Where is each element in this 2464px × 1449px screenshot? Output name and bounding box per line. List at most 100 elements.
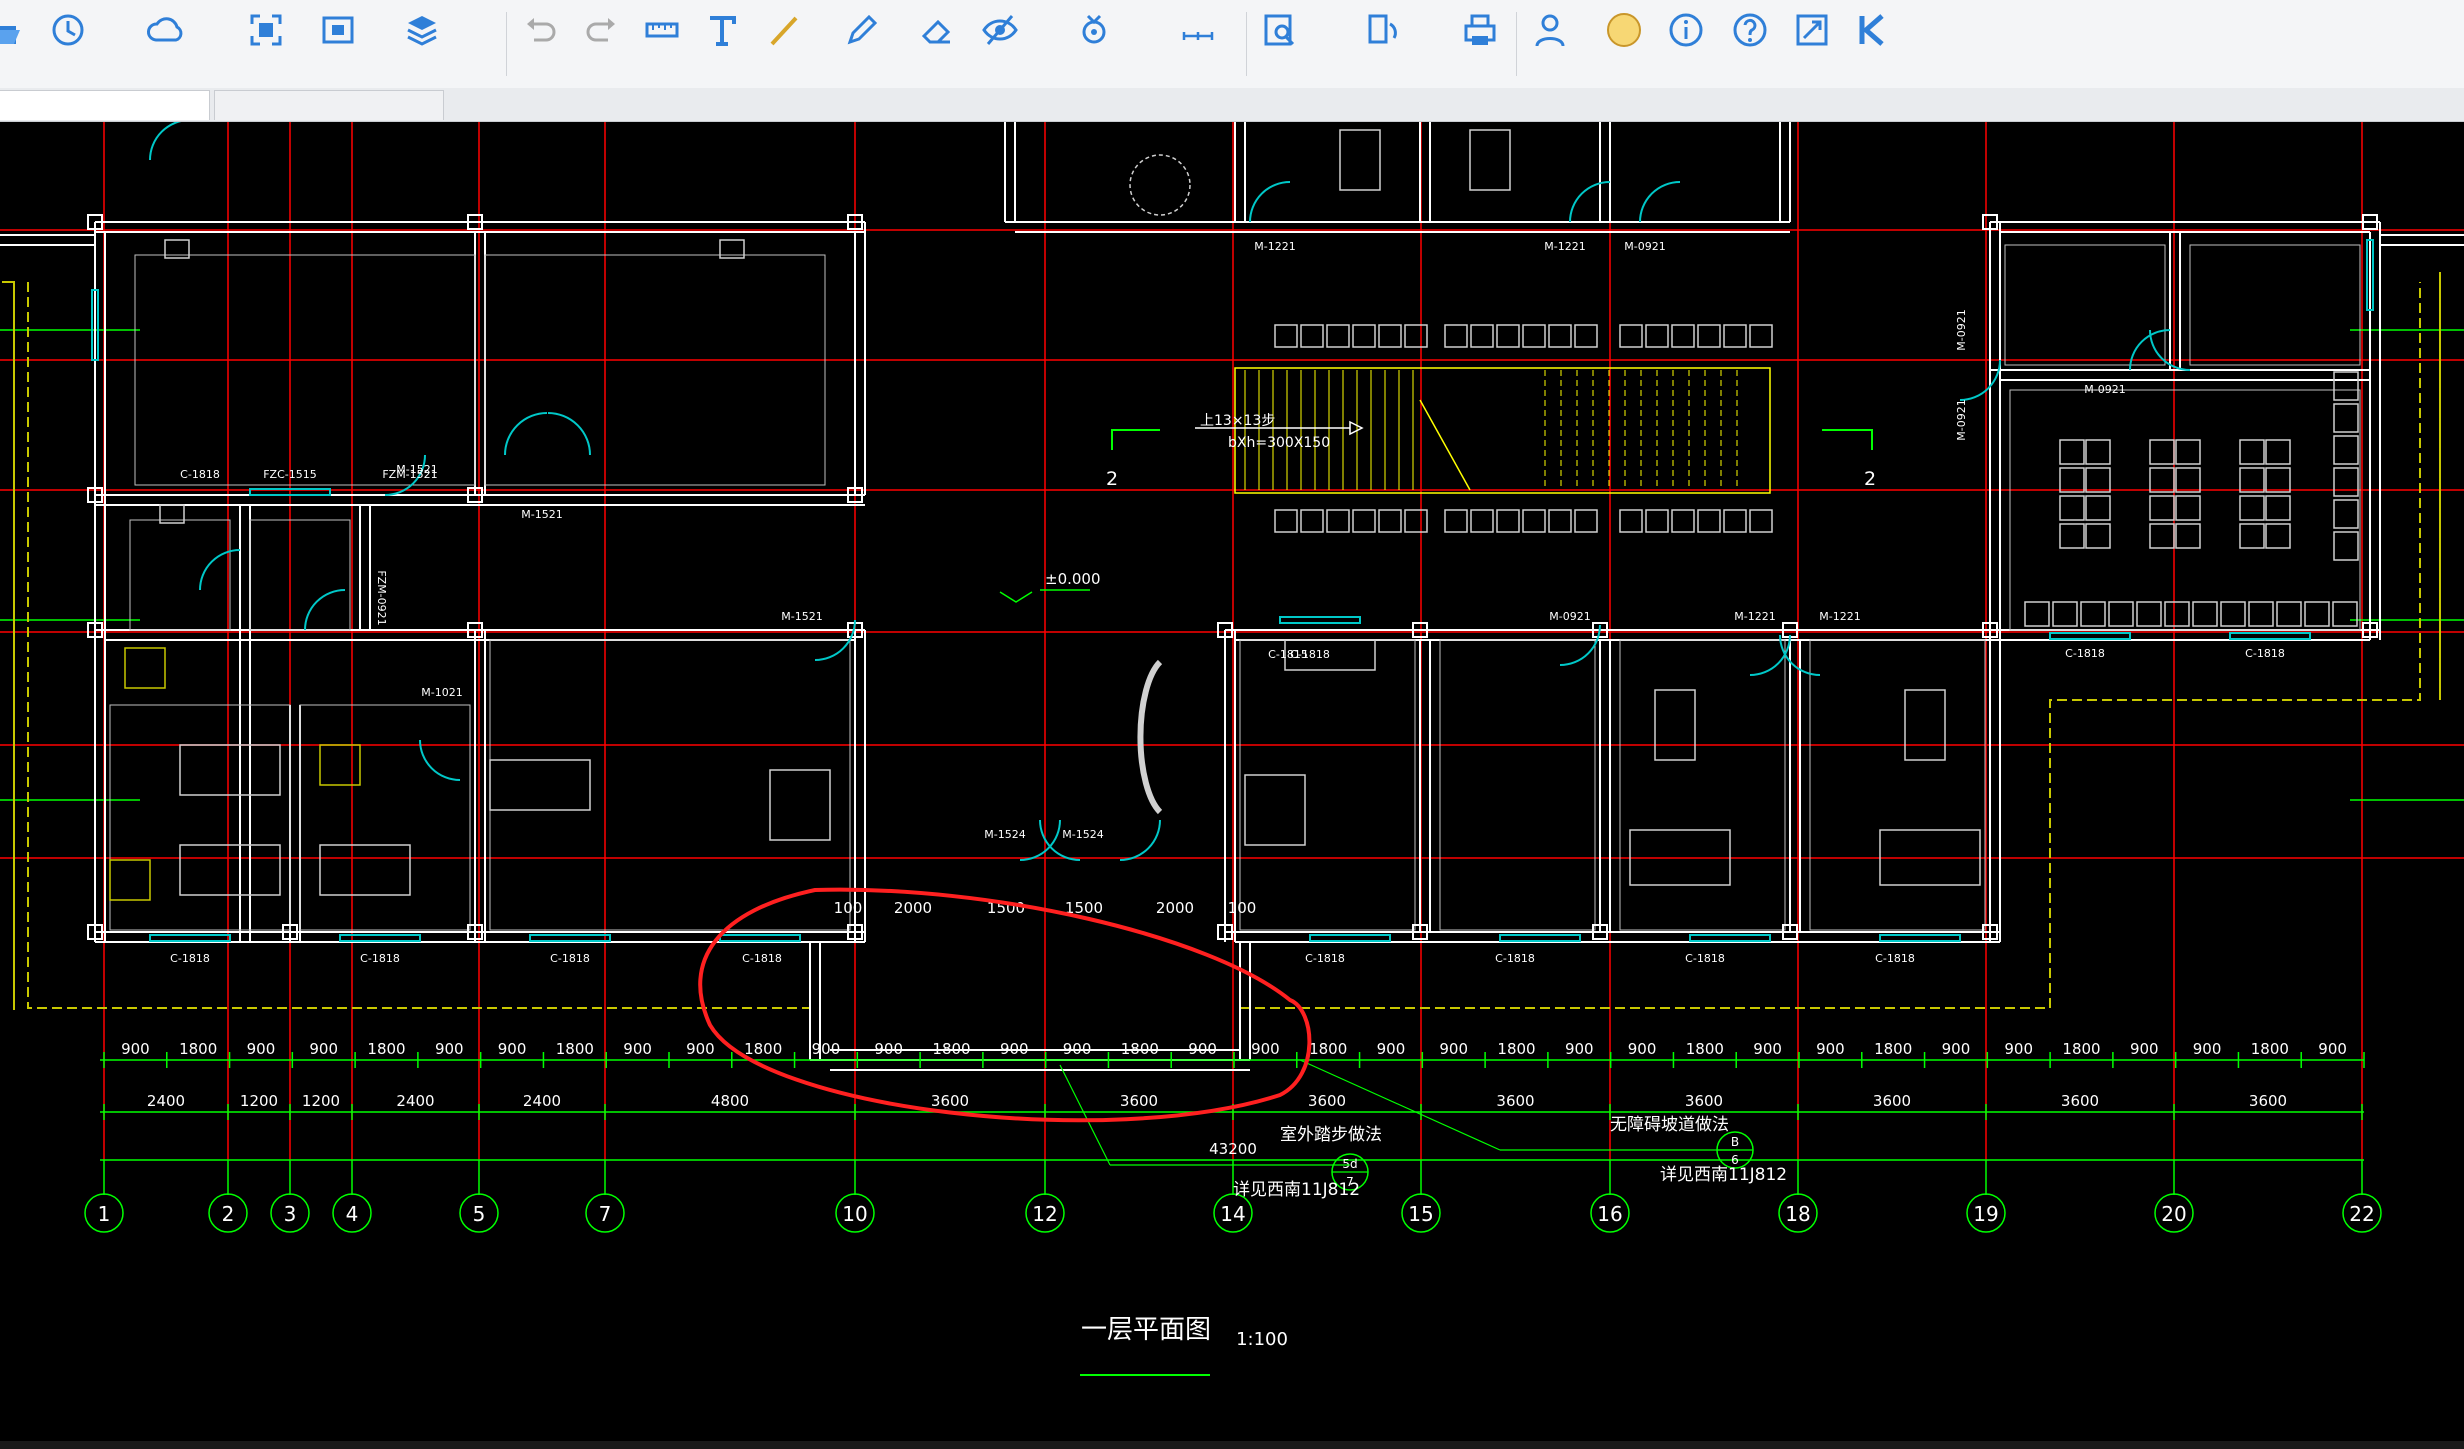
toolbar-button-annotation-settings[interactable]: [1074, 2, 1114, 86]
dimension-text: 3600: [1873, 1092, 1911, 1110]
toolbar-button-printer[interactable]: [1460, 2, 1500, 86]
toolbar-button-folder-open[interactable]: [0, 2, 20, 86]
dimension-text: 900: [1565, 1040, 1594, 1058]
window-label: C-1818: [180, 468, 220, 481]
note-text: 无障碍坡道做法: [1610, 1115, 1729, 1135]
dimension-text: 1200: [240, 1092, 278, 1110]
toolbar-button-style[interactable]: [1792, 2, 1832, 86]
dimension-text: 900: [1000, 1040, 1029, 1058]
axis-label: 4: [346, 1202, 359, 1226]
toolbar-button-eye-hide[interactable]: [980, 2, 1020, 86]
dimension-text: 900: [874, 1040, 903, 1058]
text-search-icon: [1264, 14, 1295, 46]
axis-label: 20: [2161, 1202, 2186, 1226]
dimension-text: 3600: [1685, 1092, 1723, 1110]
toolbar-button-text[interactable]: [702, 2, 742, 86]
window-label: C-1818: [742, 952, 782, 965]
dimension-text: 2400: [396, 1092, 434, 1110]
dimension-text: 1800: [932, 1040, 970, 1058]
toolbar-button-redo[interactable]: [582, 2, 622, 86]
dimension-text: 900: [1816, 1040, 1845, 1058]
dimension-text: 1800: [744, 1040, 782, 1058]
history-icon: [52, 14, 84, 46]
toolbar-button-text-search[interactable]: [1260, 2, 1300, 86]
fire-door-label: FZM-1521: [382, 468, 437, 481]
dimension-text: 1800: [1874, 1040, 1912, 1058]
dimension-text: 1800: [2062, 1040, 2100, 1058]
toolbar-button-line[interactable]: [764, 2, 804, 86]
dimension-text: 1800: [1497, 1040, 1535, 1058]
dimension-text: 900: [1628, 1040, 1657, 1058]
toolbar-button-info[interactable]: [1666, 2, 1706, 86]
dimension-text: 3600: [1120, 1092, 1158, 1110]
toolbar-button-eraser[interactable]: [916, 2, 956, 86]
door-label: M-0921: [2084, 383, 2125, 396]
cloud-icon: [147, 17, 183, 42]
toolbar-button-scale[interactable]: [1178, 2, 1218, 86]
axis-label: 19: [1973, 1202, 1998, 1226]
eraser-icon: [921, 19, 951, 44]
toolbar-button-layers[interactable]: [402, 2, 442, 86]
toolbar-button-cloud[interactable]: [146, 2, 186, 86]
dimension-text: 3600: [931, 1092, 969, 1110]
window-label: C-1818: [1875, 952, 1915, 965]
toolbar-button-user[interactable]: [1530, 2, 1570, 86]
dimension-text: 900: [1439, 1040, 1468, 1058]
document-tab[interactable]: [214, 90, 444, 120]
axis-label: 14: [1220, 1202, 1245, 1226]
dimension-text: 4800: [711, 1092, 749, 1110]
k-logo-icon: [1859, 14, 1884, 46]
window-label: C-1818: [1495, 952, 1535, 965]
axis-label: 1: [98, 1202, 111, 1226]
door-label: M-0921: [1955, 399, 1968, 440]
dimension-text: 100: [834, 899, 863, 917]
dimension-text: 2000: [1156, 899, 1194, 917]
toolbar-button-vip[interactable]: [1604, 2, 1644, 86]
window-label: C-1818: [2245, 647, 2285, 660]
toolbar-button-fit-all[interactable]: [246, 2, 286, 86]
door-label: M-1524: [1062, 828, 1103, 841]
toolbar-button-pencil[interactable]: [840, 2, 880, 86]
axis-label: 10: [842, 1202, 867, 1226]
info-icon: [1669, 13, 1703, 47]
axis-label: 16: [1597, 1202, 1622, 1226]
dimension-text: 900: [498, 1040, 527, 1058]
note-spec: 详见西南11J812: [1233, 1180, 1360, 1200]
toolbar-button-help[interactable]: [1730, 2, 1770, 86]
dimension-text: 3600: [2249, 1092, 2287, 1110]
axis-label: 22: [2349, 1202, 2374, 1226]
toolbar-button-history[interactable]: [48, 2, 88, 86]
fire-door-label: FZM-0921: [375, 570, 388, 625]
dimension-text: 3600: [1496, 1092, 1534, 1110]
section-mark-label: 2: [1864, 468, 1876, 490]
dimension-text: 900: [1188, 1040, 1217, 1058]
redo-icon: [586, 18, 615, 42]
drawing-canvas[interactable]: 2 2上13×13步bXh=300X150±0.000M-1221 M-1221 M-…: [0, 122, 2464, 1441]
dimension-text: 100: [1228, 899, 1257, 917]
dimension-text: 1800: [1686, 1040, 1724, 1058]
window-label: C-1818: [550, 952, 590, 965]
elevation-label: ±0.000: [1045, 570, 1101, 588]
window-label: C-1818: [1685, 952, 1725, 965]
door-label: M-1221: [1254, 240, 1295, 253]
document-tab[interactable]: [0, 90, 210, 120]
toolbar-button-rotate-screen[interactable]: [1362, 2, 1402, 86]
door-label: M-1521: [521, 508, 562, 521]
drawing-title: 一层平面图: [1081, 1315, 1211, 1345]
toolbar-button-ruler[interactable]: [642, 2, 682, 86]
toolbar-button-k-logo[interactable]: [1852, 2, 1892, 86]
toolbar-button-zoom-window[interactable]: [318, 2, 358, 86]
door-label: M-1521: [781, 610, 822, 623]
dimension-text: 900: [2004, 1040, 2033, 1058]
detail-reference-top: 5d: [1342, 1157, 1357, 1171]
dimension-text: 900: [1942, 1040, 1971, 1058]
door-label: M-1221: [1544, 240, 1585, 253]
vip-icon: [1607, 13, 1641, 47]
dimension-text: 900: [686, 1040, 715, 1058]
user-icon: [1535, 14, 1565, 47]
axis-label: 7: [599, 1202, 612, 1226]
axis-label: 15: [1408, 1202, 1433, 1226]
drawing-scale: 1:100: [1236, 1329, 1288, 1350]
toolbar-button-undo[interactable]: [520, 2, 560, 86]
annotation-settings-icon: [1082, 14, 1106, 44]
